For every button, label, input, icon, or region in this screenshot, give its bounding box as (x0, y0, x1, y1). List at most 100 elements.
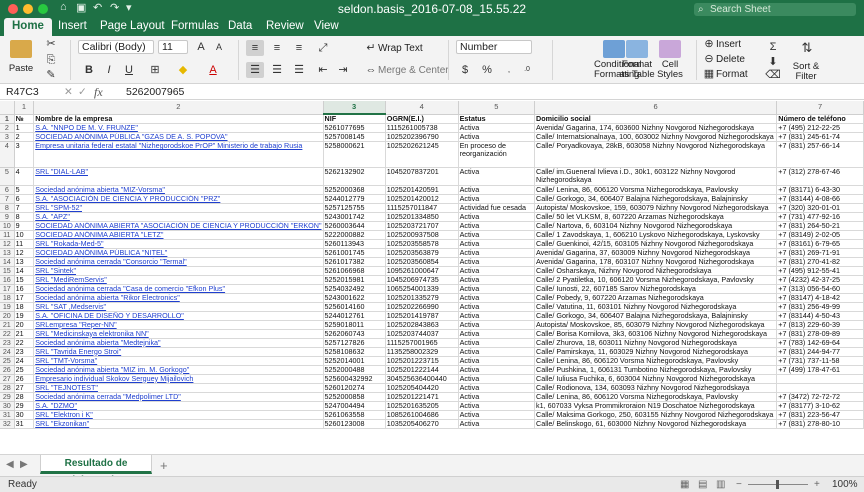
sheet-tab-resultado[interactable]: Resultado de búsqueda (40, 455, 152, 486)
table-cell[interactable]: Calle/ Iuliusa Fuchika, 6, 603004 Nizhny… (534, 374, 778, 384)
company-name-cell[interactable]: SOCIEDAD ANÓNIMA ABIERTA "ASOCIACIÓN DE … (33, 221, 324, 231)
table-cell[interactable]: 1025201420591 (385, 185, 459, 195)
zoom-in-icon[interactable]: + (814, 477, 820, 492)
table-cell[interactable]: 5 (14, 185, 35, 195)
table-cell[interactable]: 4 (14, 167, 35, 186)
row-header[interactable]: 27 (0, 374, 15, 384)
table-cell[interactable]: 11 (14, 239, 35, 249)
align-bottom-icon[interactable]: ≡ (290, 40, 308, 56)
table-cell[interactable]: 21 (14, 329, 35, 339)
table-cell[interactable]: +7 (731) 737-11-58 (776, 356, 864, 366)
table-cell[interactable]: 28 (14, 392, 35, 402)
company-name-cell[interactable]: Sociedad anónima cerrada "Medpolimer LTD… (33, 392, 324, 402)
table-cell[interactable]: 5244012779 (323, 194, 386, 204)
table-cell[interactable]: 1025202396790 (385, 132, 459, 142)
table-cell[interactable]: 5222000882 (323, 230, 386, 240)
company-name-cell[interactable]: SRL "SPM-52" (33, 203, 324, 213)
company-name-cell[interactable]: SRL "DIAL-LAB" (33, 167, 324, 186)
table-cell[interactable]: 29 (14, 401, 35, 411)
tab-view[interactable]: View (306, 18, 347, 36)
italic-button[interactable]: I (100, 62, 118, 78)
row-header[interactable]: 31 (0, 410, 15, 420)
company-name-cell[interactable]: SRL "SAT ,Medservis" (33, 302, 324, 312)
table-cell[interactable]: 16 (14, 284, 35, 294)
bold-button[interactable]: B (80, 62, 98, 78)
font-name-select[interactable]: Calibri (Body) (78, 40, 154, 54)
table-cell[interactable]: +7 (83144) 4-08-66 (776, 194, 864, 204)
row-header[interactable]: 13 (0, 248, 15, 258)
table-cell[interactable]: 26 (14, 374, 35, 384)
conditional-formatting-icon[interactable] (603, 40, 625, 58)
decrease-indent-icon[interactable]: ⇤ (314, 62, 332, 78)
table-cell[interactable]: 5258108632 (323, 347, 386, 357)
insert-cells-button[interactable]: Insert (716, 40, 741, 50)
increase-decimal-icon[interactable]: .0 (518, 62, 536, 78)
tab-page-layout[interactable]: Page Layout (92, 18, 173, 36)
table-cell[interactable]: Calle/ Pushkina, 1, 606131 Tumbotino Niz… (534, 365, 778, 375)
table-cell[interactable]: +7 (495) 912-55-41 (776, 266, 864, 276)
table-cell[interactable]: 1045207837201 (385, 167, 459, 186)
table-cell[interactable]: Activa (458, 257, 536, 267)
table-cell[interactable]: +7 (495) 212-22-25 (776, 123, 864, 133)
table-cell[interactable]: 5243001742 (323, 212, 386, 222)
table-cell[interactable]: Calle/ 50 let VLKSM, 8, 607220 Arzamas N… (534, 212, 778, 222)
table-cell[interactable]: 5252000858 (323, 392, 386, 402)
table-cell[interactable]: Activa (458, 392, 536, 402)
table-cell[interactable]: 1025203558578 (385, 239, 459, 249)
header-cell[interactable]: OGRN(E.I.) (385, 114, 459, 124)
cell-styles-icon[interactable] (659, 40, 681, 58)
company-name-cell[interactable]: Sociedad anónima abierta "Medtejnika" (33, 338, 324, 348)
table-cell[interactable]: 13 (14, 257, 35, 267)
table-cell[interactable]: +7 (83161) 6-79-65 (776, 239, 864, 249)
table-cell[interactable]: +7 (831) 257-66-14 (776, 141, 864, 168)
table-cell[interactable]: +7 (831) 245-61-74 (776, 132, 864, 142)
company-name-cell[interactable]: Sociedad anónima abierta "MIZ-Vorsma" (33, 185, 324, 195)
table-cell[interactable]: 5261066968 (323, 266, 386, 276)
search-sheet-input[interactable]: ⌕ Search Sheet (694, 3, 856, 16)
table-cell[interactable]: 27 (14, 383, 35, 393)
format-as-table-button[interactable]: Format as Table (618, 60, 656, 80)
zoom-out-icon[interactable]: − (736, 477, 742, 492)
table-cell[interactable]: 5262060743 (323, 329, 386, 339)
zoom-slider-thumb[interactable] (776, 480, 779, 489)
company-name-cell[interactable]: SRL "Rokada-Med-5" (33, 239, 324, 249)
table-cell[interactable]: Activa (458, 311, 536, 321)
company-name-cell[interactable]: S.A. "APZ" (33, 212, 324, 222)
table-cell[interactable]: 5252014001 (323, 356, 386, 366)
row-header[interactable]: 24 (0, 347, 15, 357)
table-cell[interactable]: 1025201222144 (385, 365, 459, 375)
table-cell[interactable]: Calle/ Osharskaya, Nizhny Novgorod Nizhe… (534, 266, 778, 276)
table-cell[interactable]: +7 (831) 256-49-99 (776, 302, 864, 312)
table-cell[interactable]: 1045206974735 (385, 275, 459, 285)
table-cell[interactable]: Calle/ Pobedy, 9, 607220 Arzamas Nizhego… (534, 293, 778, 303)
table-cell[interactable]: 5261001745 (323, 248, 386, 258)
row-header[interactable]: 15 (0, 266, 15, 276)
enter-icon[interactable]: ✓ (78, 84, 87, 100)
table-cell[interactable]: 14 (14, 266, 35, 276)
table-cell[interactable]: +7 (3472) 72-72-72 (776, 392, 864, 402)
table-cell[interactable]: +7 (83177) 3-10-62 (776, 401, 864, 411)
table-cell[interactable]: 5254032492 (323, 284, 386, 294)
table-cell[interactable]: Activa (458, 185, 536, 195)
table-cell[interactable]: Calle/ Belinskogo, 61, 603000 Nizhny Nov… (534, 419, 778, 429)
table-cell[interactable]: 1025203563879 (385, 248, 459, 258)
table-cell[interactable]: 525600432992 (323, 374, 386, 384)
row-header[interactable]: 18 (0, 293, 15, 303)
table-cell[interactable]: +7 (731) 477-92-16 (776, 212, 864, 222)
row-header[interactable]: 20 (0, 311, 15, 321)
table-cell[interactable]: Activa (458, 374, 536, 384)
table-cell[interactable]: +7 (4232) 42-37-25 (776, 275, 864, 285)
table-cell[interactable]: 5244012761 (323, 311, 386, 321)
tab-review[interactable]: Review (258, 18, 312, 36)
table-cell[interactable]: +7 (783) 142-69-64 (776, 338, 864, 348)
table-cell[interactable]: Calle/ Vatutina, 11, 603101 Nizhny Novgo… (534, 302, 778, 312)
row-header[interactable]: 30 (0, 401, 15, 411)
table-cell[interactable]: Activa (458, 221, 536, 231)
table-cell[interactable]: 7 (14, 203, 35, 213)
company-name-cell[interactable]: S.A. "ASOCIACIÓN DE CIENCIA Y PRODUCCIÓN… (33, 194, 324, 204)
table-cell[interactable]: 1115257011847 (385, 203, 459, 213)
table-cell[interactable]: 1135258002329 (385, 347, 459, 357)
normal-view-icon[interactable]: ▦ (680, 477, 689, 492)
table-cell[interactable]: Calle/ Maksima Gorkogo, 250, 603155 Nizh… (534, 410, 778, 420)
table-cell[interactable]: 5256014160 (323, 302, 386, 312)
